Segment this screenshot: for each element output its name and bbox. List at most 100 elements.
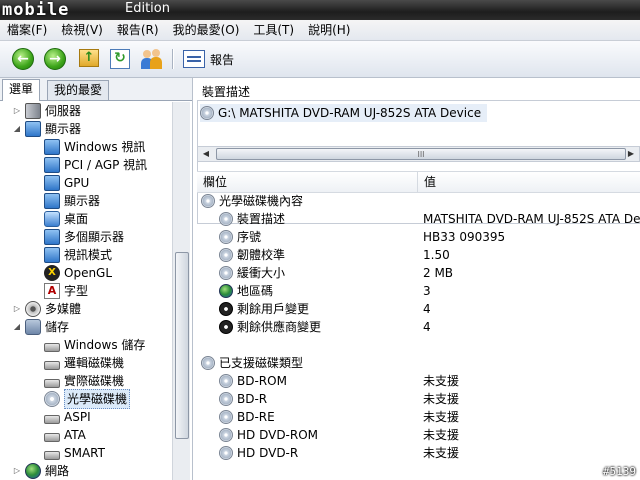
column-value[interactable]: 值 [417,172,436,192]
property-row[interactable]: BD-ROM 未支援 [197,372,640,390]
tree-item-windows-video[interactable]: Windows 視訊 [44,138,145,156]
tab-menu[interactable]: 選單 [2,79,41,101]
property-field: 韌體校準 [237,248,286,262]
tree-item-logical-drives[interactable]: 邏輯磁碟機 [44,354,124,372]
expand-icon[interactable]: ▷ [12,102,22,120]
tree-scrollbar[interactable] [172,102,190,480]
collapse-icon[interactable]: ◢ [12,318,22,336]
property-row[interactable]: 序號 HB33 090395 [197,228,640,246]
property-row[interactable]: BD-R 未支援 [197,390,640,408]
tree-item-opengl[interactable]: X OpenGL [44,264,112,282]
property-field: 序號 [237,230,262,244]
property-field: BD-RE [237,410,275,424]
property-value: 未支援 [423,374,460,388]
property-field: 剩餘供應商變更 [237,320,322,334]
tree-item-server[interactable]: ▷ 伺服器 [12,102,81,120]
tree-item-label: 顯示器 [45,122,82,136]
property-field: BD-R [237,392,268,406]
device-list-item[interactable]: G:\ MATSHITA DVD-RAM UJ-852S ATA Device [200,104,488,122]
app-logo: mobile [2,0,70,20]
menu-help[interactable]: 說明(H) [301,20,357,40]
navigation-tabs: 選單 我的最愛 [0,78,192,101]
tree-item-multi-monitor[interactable]: 多個顯示器 [44,228,124,246]
tree-item-network[interactable]: ▷ 網路 [12,462,69,480]
tree-item-aspi[interactable]: ASPI [44,408,91,426]
property-row[interactable]: 裝置描述 MATSHITA DVD-RAM UJ-852S ATA Devic [197,210,640,228]
property-group-header: 光學磁碟機內容 [197,192,640,210]
tree-item-label: Windows 視訊 [64,140,146,154]
gear-icon [219,320,233,334]
property-row[interactable]: 地區碼 3 [197,282,640,300]
menu-report[interactable]: 報告(R) [110,20,166,40]
server-icon [25,103,41,119]
property-field: 裝置描述 [237,212,286,226]
tree-item-gpu[interactable]: GPU [44,174,89,192]
menu-tools[interactable]: 工具(T) [246,20,301,40]
tree-item-windows-storage[interactable]: Windows 儲存 [44,336,145,354]
disk-icon [44,342,60,352]
toolbar: ← → ↑ ↻ 報告 [0,41,640,78]
up-button[interactable]: ↑ [76,47,102,71]
tree-item-label: PCI / AGP 視訊 [64,158,148,172]
disk-icon [44,378,60,388]
collapse-icon[interactable]: ◢ [12,120,22,138]
property-row[interactable]: BD-RE 未支援 [197,408,640,426]
scrollbar-thumb[interactable] [175,252,189,439]
monitor-icon [44,247,60,263]
tree-item-pci-agp[interactable]: PCI / AGP 視訊 [44,156,147,174]
tree-item-ata[interactable]: ATA [44,426,86,444]
menu-view[interactable]: 檢視(V) [54,20,110,40]
property-row[interactable]: HD DVD-ROM 未支援 [197,426,640,444]
tree-item-storage[interactable]: ◢ 儲存 [12,318,69,336]
property-row[interactable]: 韌體校準 1.50 [197,246,640,264]
cd-icon [219,248,233,262]
tree-item-fonts[interactable]: A 字型 [44,282,88,300]
disk-icon [44,360,60,370]
property-row[interactable]: 緩衝大小 2 MB [197,264,640,282]
users-button[interactable] [139,47,165,71]
gear-icon [219,302,233,316]
expand-icon[interactable]: ▷ [12,462,22,480]
property-field: 地區碼 [237,284,274,298]
scrollbar-thumb[interactable]: III [216,148,626,160]
tree-item-multimedia[interactable]: ▷ 多媒體 [12,300,81,318]
column-field[interactable]: 欄位 [203,172,227,192]
storage-icon [25,319,41,335]
tree-item-smart[interactable]: SMART [44,444,105,462]
menu-bar: 檔案(F) 檢視(V) 報告(R) 我的最愛(O) 工具(T) 說明(H) [0,20,640,41]
tree-item-monitor[interactable]: 顯示器 [44,192,100,210]
property-value: HB33 090395 [423,230,506,244]
navigation-panel: 選單 我的最愛 ▷ 伺服器 ◢ 顯示器 Windows 視訊 PCI / AGP… [0,78,193,480]
font-icon: A [44,283,60,299]
report-button[interactable]: 報告 [183,48,234,70]
property-row[interactable]: 剩餘供應商變更 4 [197,318,640,336]
scroll-left-icon[interactable]: ◀ [199,148,213,160]
tree-item-optical-drives[interactable]: 光學磁碟機 [44,389,131,409]
scroll-right-icon[interactable]: ▶ [624,148,638,160]
menu-file[interactable]: 檔案(F) [0,20,54,40]
tree-item-label: 光學磁碟機 [64,389,131,409]
desktop-icon [44,211,60,227]
tree-item-label: 儲存 [45,320,70,334]
tree-item-video-mode[interactable]: 視訊模式 [44,246,112,264]
cd-icon [201,356,215,370]
cd-icon [219,230,233,244]
property-value: 4 [423,302,431,316]
cd-icon [200,106,214,120]
tree-item-physical-drives[interactable]: 實際磁碟機 [44,372,124,390]
property-row[interactable]: HD DVD-R 未支援 [197,444,640,462]
property-row[interactable]: 剩餘用戶變更 4 [197,300,640,318]
cd-icon [219,392,233,406]
refresh-button[interactable]: ↻ [107,47,133,71]
tree-item-display[interactable]: ◢ 顯示器 [12,120,81,138]
expand-icon[interactable]: ▷ [12,300,22,318]
tree-item-label: 視訊模式 [64,248,113,262]
tab-favorites[interactable]: 我的最愛 [47,80,110,100]
globe-icon [219,284,233,298]
menu-favorites[interactable]: 我的最愛(O) [166,20,247,40]
disk-icon [44,414,60,424]
forward-button[interactable]: → [42,47,68,71]
tree-item-desktop[interactable]: 桌面 [44,210,88,228]
back-button[interactable]: ← [10,47,36,71]
device-list-scrollbar[interactable]: ◀ III ▶ [197,146,640,162]
